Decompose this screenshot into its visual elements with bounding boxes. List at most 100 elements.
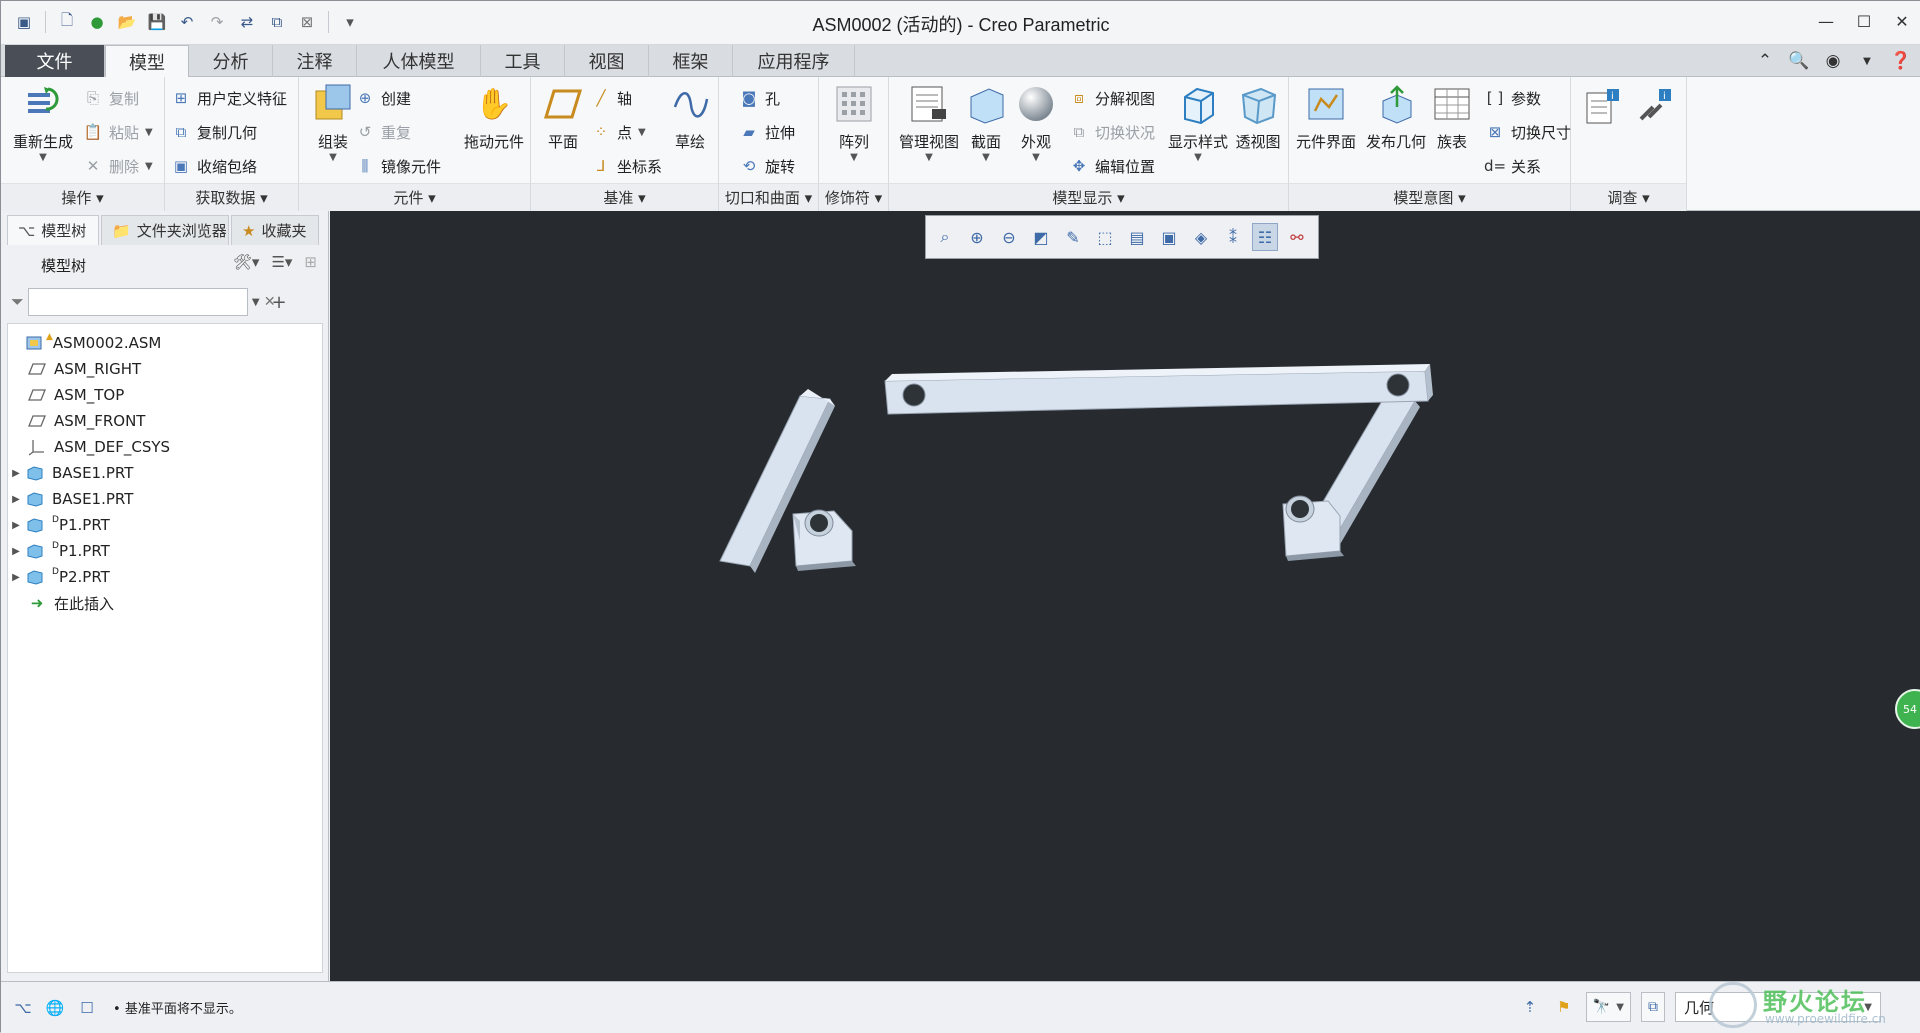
hole-button[interactable]: ◙ 孔 — [739, 85, 780, 111]
tree-node-base1-b[interactable]: ▶ BASE1.PRT — [8, 486, 133, 512]
annotation-display-icon[interactable]: ☷ — [1252, 223, 1278, 251]
group-label-operations[interactable]: 操作 ▾ — [1, 183, 164, 211]
folder-icon[interactable]: 📂 — [114, 9, 140, 35]
zoom-in-icon[interactable]: ⊕ — [964, 223, 990, 251]
csys-button[interactable]: ⅃ 坐标系 — [591, 153, 662, 179]
community-icon[interactable]: ◉ — [1821, 49, 1845, 73]
reference-viewer-button[interactable]: i — [1631, 87, 1677, 135]
paste-button[interactable]: 📋 粘贴 ▼ — [83, 119, 153, 145]
model-info-button[interactable]: i — [1579, 87, 1625, 135]
expand-arrow-icon[interactable]: ▶ — [8, 572, 24, 583]
filter-funnel-icon[interactable]: ⏷ — [11, 292, 24, 312]
tree-node-insert-here[interactable]: ➜ 在此插入 — [26, 590, 114, 616]
regenerate-icon[interactable]: ⇄ — [234, 9, 260, 35]
explode-view-button[interactable]: ⧈ 分解视图 — [1069, 85, 1155, 111]
group-label-investigate[interactable]: 调查 ▾ — [1571, 183, 1686, 211]
publish-geometry-button[interactable]: 发布几何 — [1361, 83, 1431, 152]
switch-dimensions-button[interactable]: ⊠ 切换尺寸 — [1485, 119, 1571, 145]
spin-center-icon[interactable]: ✎ — [1060, 223, 1086, 251]
tab-annotate[interactable]: 注释 — [273, 45, 357, 77]
open-icon[interactable]: ● — [84, 9, 110, 35]
tree-node-p1-a[interactable]: ▶ D P1.PRT — [8, 512, 110, 538]
point-button[interactable]: ⁘ 点 ▼ — [591, 119, 646, 145]
udf-button[interactable]: ⊞ 用户定义特征 — [171, 85, 287, 111]
tab-view[interactable]: 视图 — [565, 45, 649, 77]
group-label-datum[interactable]: 基准 ▾ — [531, 183, 718, 211]
copy-button[interactable]: ⎘ 复制 — [83, 85, 139, 111]
expand-arrow-icon[interactable]: ▶ — [8, 494, 24, 505]
view-manager-icon[interactable]: ▣ — [1156, 223, 1182, 251]
tab-model[interactable]: 模型 — [105, 45, 189, 78]
revolve-button[interactable]: ⟲ 旋转 — [739, 153, 795, 179]
repaint-icon[interactable]: ◩ — [1028, 223, 1054, 251]
graphics-window[interactable]: ⌕ ⊕ ⊖ ◩ ✎ ⬚ ▤ ▣ ◈ ⁑ ☷ ⚯ 54 — [330, 211, 1920, 981]
tab-tools[interactable]: 工具 — [481, 45, 565, 77]
shrinkwrap-button[interactable]: ▣ 收缩包络 — [171, 153, 257, 179]
group-label-cut-surface[interactable]: 切口和曲面 ▾ — [719, 183, 818, 211]
help-icon[interactable]: ❓ — [1889, 49, 1913, 73]
show-icon[interactable]: ☰▾ — [271, 253, 292, 271]
tab-applications[interactable]: 应用程序 — [733, 45, 855, 77]
repeat-button[interactable]: ↺ 重复 — [355, 119, 411, 145]
group-label-model-intent[interactable]: 模型意图 ▾ — [1289, 183, 1570, 211]
manage-views-button[interactable]: 管理视图 ▼ — [893, 83, 965, 163]
delete-button[interactable]: ✕ 删除 ▼ — [83, 153, 153, 179]
find-button[interactable]: 🔭 ▼ — [1585, 992, 1631, 1022]
section-icon[interactable]: ◈ — [1188, 223, 1214, 251]
search-icon[interactable]: 🔍 — [1787, 49, 1811, 73]
parameters-button[interactable]: [ ] 参数 — [1485, 85, 1541, 111]
maximize-icon[interactable]: ☐ — [1845, 1, 1883, 41]
group-label-component[interactable]: 元件 ▾ — [299, 183, 530, 211]
undo-icon[interactable]: ↶ — [174, 9, 200, 35]
tab-manikin[interactable]: 人体模型 — [357, 45, 481, 77]
collapse-ribbon-icon[interactable]: ⌃ — [1753, 49, 1777, 73]
tree-node-p2[interactable]: ▶ D P2.PRT — [8, 564, 110, 590]
tree-node-asm-top[interactable]: ASM_TOP — [26, 382, 124, 408]
expand-arrow-icon[interactable]: ▶ — [8, 546, 24, 557]
perspective-button[interactable]: 透视图 — [1227, 83, 1289, 152]
expand-arrow-icon[interactable]: ▶ — [8, 468, 24, 479]
new-icon[interactable]: 🗋 — [54, 9, 80, 35]
app-menu-icon[interactable]: ▣ — [11, 9, 37, 35]
component-interface-button[interactable]: 元件界面 — [1291, 83, 1361, 152]
pattern-button[interactable]: 阵列 ▼ — [822, 83, 886, 163]
clear-search-icon[interactable]: ✕ — [264, 294, 276, 310]
fullscreen-icon[interactable]: ☐ — [75, 996, 99, 1020]
axis-button[interactable]: ╱ 轴 — [591, 85, 632, 111]
drag-component-button[interactable]: ✋ 拖动元件 — [459, 83, 529, 152]
section-button[interactable]: 截面 ▼ — [959, 83, 1013, 163]
shading-icon[interactable]: ⬚ — [1092, 223, 1118, 251]
tab-model-tree[interactable]: ⌥ 模型树 — [7, 215, 99, 245]
windows-icon[interactable]: ⧉ — [264, 9, 290, 35]
zoom-out-icon[interactable]: ⊖ — [996, 223, 1022, 251]
create-button[interactable]: ⊕ 创建 — [355, 85, 411, 111]
flag-icon[interactable]: ⚑ — [1552, 995, 1576, 1019]
display-style-button[interactable]: 显示样式 ▼ — [1163, 83, 1233, 163]
mechanism-icon[interactable]: ⚯ — [1284, 223, 1310, 251]
datum-display-icon[interactable]: ⁑ — [1220, 223, 1246, 251]
tab-favorites[interactable]: ★ 收藏夹 — [231, 215, 319, 245]
tab-file[interactable]: 文件 — [5, 45, 105, 77]
browser-icon[interactable]: 🌐 — [43, 996, 67, 1020]
save-icon[interactable]: 💾 — [144, 9, 170, 35]
regen-status-icon[interactable]: ⇡ — [1518, 995, 1542, 1019]
saved-views-icon[interactable]: ▤ — [1124, 223, 1150, 251]
assembly-model[interactable] — [330, 211, 1920, 981]
tab-framework[interactable]: 框架 — [649, 45, 733, 77]
redo-icon[interactable]: ↷ — [204, 9, 230, 35]
regenerate-button[interactable]: 重新生成 ▼ — [7, 83, 79, 163]
close-window-icon[interactable]: ⊠ — [294, 9, 320, 35]
tree-node-p1-b[interactable]: ▶ D P1.PRT — [8, 538, 110, 564]
copy-geometry-button[interactable]: ⧉ 复制几何 — [171, 119, 257, 145]
relations-button[interactable]: d= 关系 — [1484, 153, 1541, 179]
minimize-icon[interactable]: — — [1807, 1, 1845, 41]
sketch-button[interactable]: 草绘 — [661, 83, 719, 152]
mirror-component-button[interactable]: ⫼ 镜像元件 — [355, 153, 441, 179]
group-label-get-data[interactable]: 获取数据 ▾ — [165, 183, 298, 211]
extrude-button[interactable]: ▰ 拉伸 — [739, 119, 795, 145]
close-icon[interactable]: ✕ — [1883, 1, 1920, 41]
toggle-status-button[interactable]: ⧉ 切换状况 — [1069, 119, 1155, 145]
tree-node-asm-def-csys[interactable]: ASM_DEF_CSYS — [26, 434, 170, 460]
selection-buffer-button[interactable]: ⧉ — [1641, 992, 1665, 1022]
tree-filter-icon[interactable]: ⊞ — [304, 253, 317, 271]
